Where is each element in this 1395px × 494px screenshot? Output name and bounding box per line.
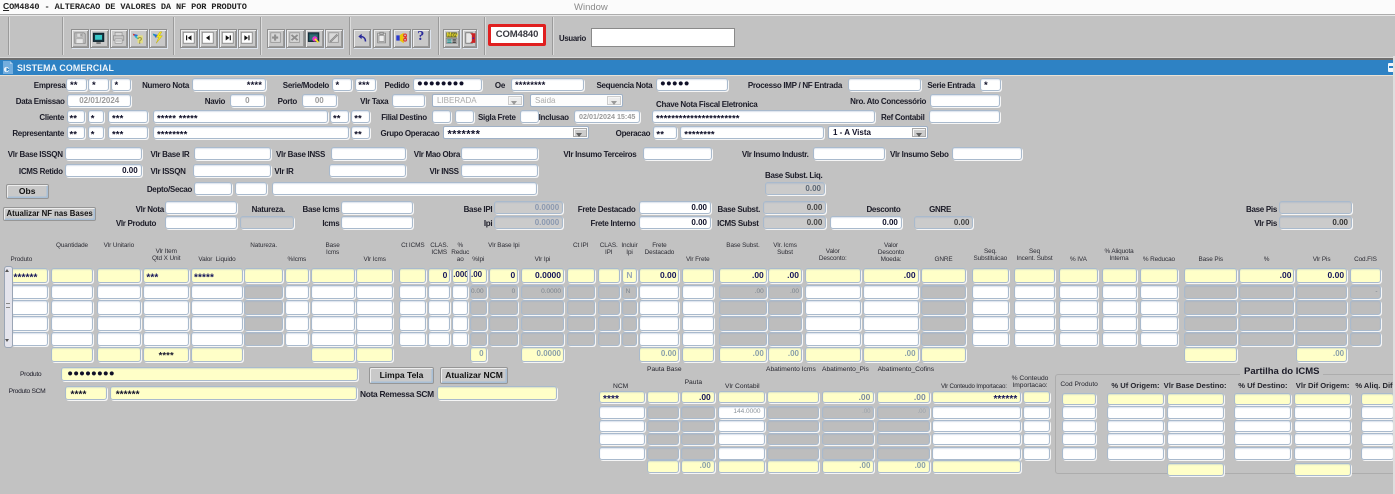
svg-text:Mov: Mov <box>447 33 459 39</box>
